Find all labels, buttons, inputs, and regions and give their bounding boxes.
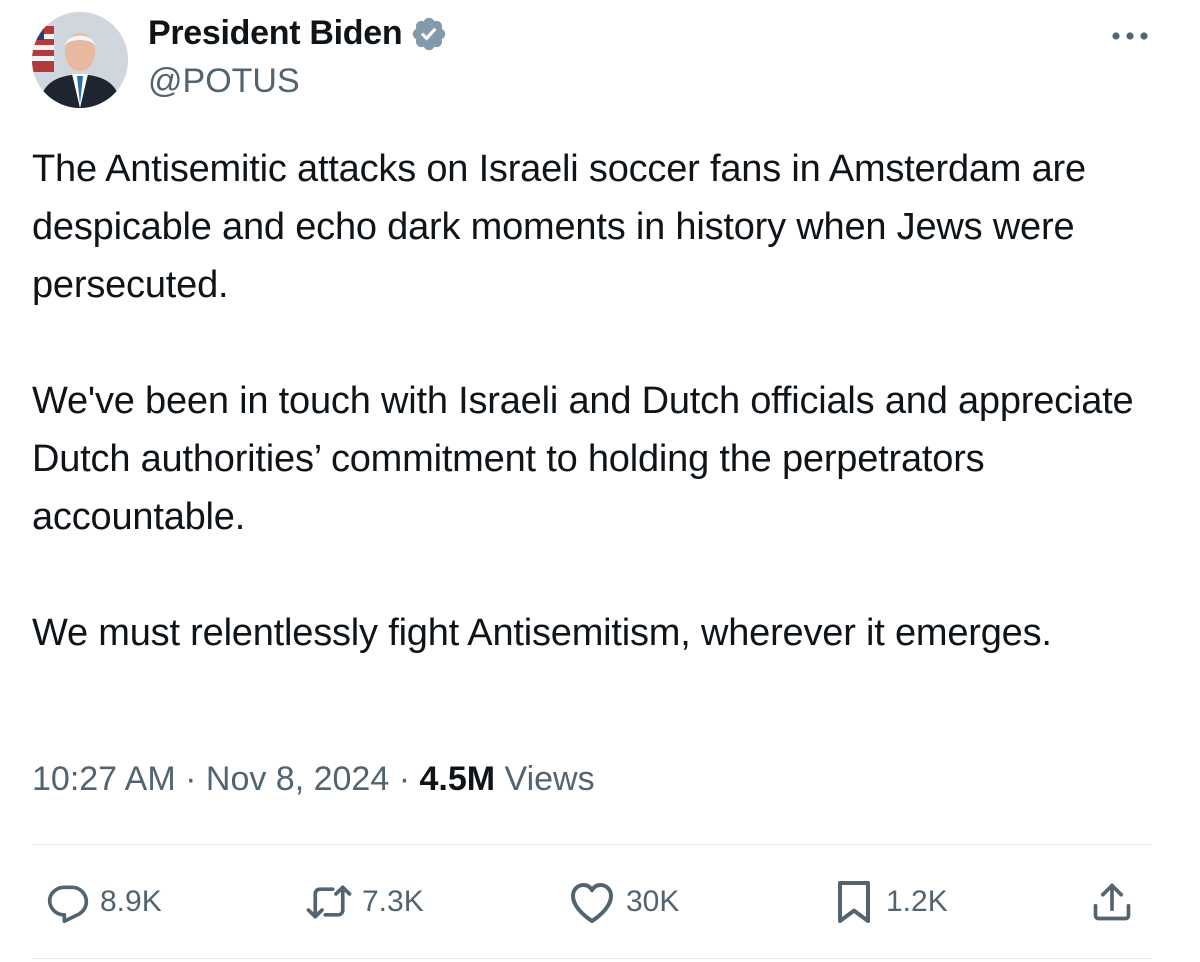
tweet-paragraph: We've been in touch with Israeli and Dut… xyxy=(32,380,1134,538)
share-icon xyxy=(1093,883,1131,921)
action-bar: 8.9K 7.3K 30K 1.2K xyxy=(32,870,1152,934)
repost-icon xyxy=(306,885,352,919)
reply-icon xyxy=(47,885,89,924)
repost-button[interactable]: 7.3K xyxy=(304,870,424,934)
divider xyxy=(32,958,1152,959)
heart-icon xyxy=(571,883,613,923)
meta-separator: · xyxy=(398,760,411,798)
reply-button[interactable]: 8.9K xyxy=(46,870,162,934)
views-count[interactable]: 4.5M xyxy=(419,760,495,798)
tweet-time[interactable]: 10:27 AM xyxy=(32,760,176,798)
share-button[interactable] xyxy=(1090,870,1134,934)
bookmark-count: 1.2K xyxy=(886,885,948,918)
tweet-text: The Antisemitic attacks on Israeli socce… xyxy=(32,140,1172,662)
tweet-paragraph: We must relentlessly fight Antisemitism,… xyxy=(32,612,1052,654)
bookmark-button[interactable]: 1.2K xyxy=(832,870,948,934)
avatar[interactable] xyxy=(32,12,128,108)
tweet-date[interactable]: Nov 8, 2024 xyxy=(206,760,389,798)
author-handle[interactable]: @POTUS xyxy=(148,62,300,101)
like-button[interactable]: 30K xyxy=(568,870,679,934)
divider xyxy=(32,844,1152,845)
views-label: Views xyxy=(504,760,595,798)
verified-badge-icon xyxy=(410,15,448,53)
meta-separator: · xyxy=(185,760,197,798)
author-name[interactable]: President Biden xyxy=(148,14,403,53)
like-count: 30K xyxy=(626,885,680,918)
more-options-icon[interactable] xyxy=(1108,24,1152,48)
tweet-meta: 10:27 AM · Nov 8, 2024 · 4.5M Views xyxy=(32,760,595,799)
portrait-avatar xyxy=(32,12,128,108)
reply-count: 8.9K xyxy=(100,885,162,918)
author-name-row[interactable]: President Biden xyxy=(148,14,448,53)
repost-count: 7.3K xyxy=(362,885,424,918)
bookmark-icon xyxy=(838,881,870,923)
tweet-paragraph: The Antisemitic attacks on Israeli socce… xyxy=(32,148,1086,306)
